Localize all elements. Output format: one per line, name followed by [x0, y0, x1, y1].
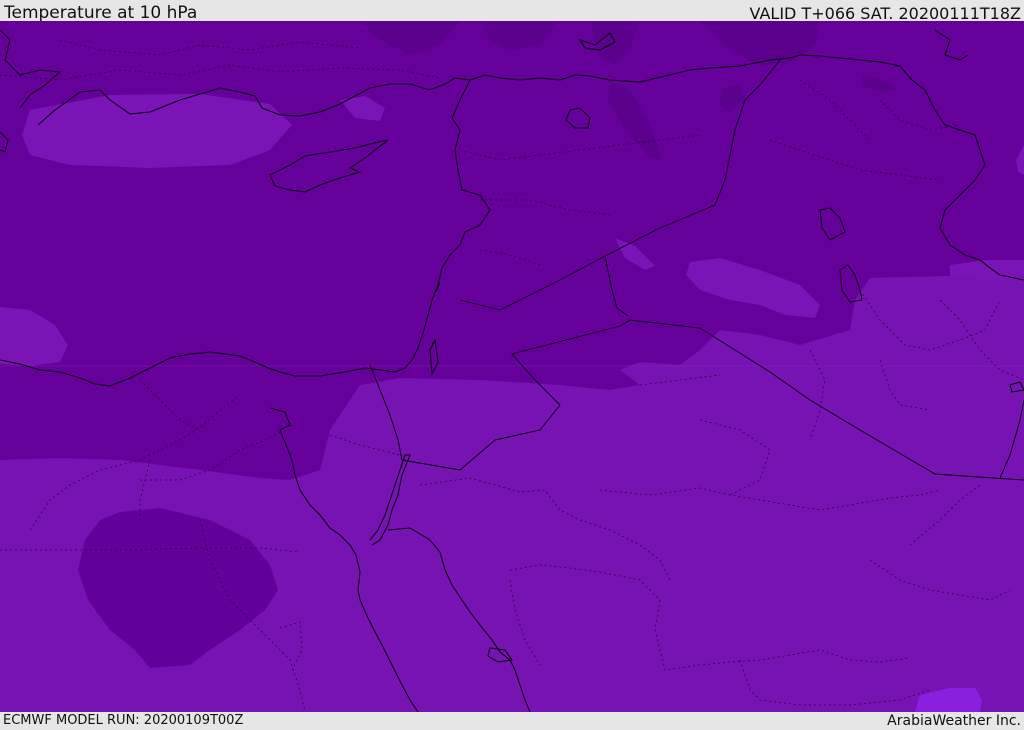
- credit-label: ArabiaWeather Inc.: [887, 713, 1021, 729]
- model-run-label: ECMWF MODEL RUN: 20200109T00Z: [3, 713, 244, 728]
- weather-map[interactable]: [0, 21, 1024, 713]
- footer-bar: ECMWF MODEL RUN: 20200109T00Z ArabiaWeat…: [0, 712, 1024, 729]
- header-bar: Temperature at 10 hPa VALID T+066 SAT. 2…: [0, 0, 1024, 23]
- map-title: Temperature at 10 hPa: [4, 3, 198, 23]
